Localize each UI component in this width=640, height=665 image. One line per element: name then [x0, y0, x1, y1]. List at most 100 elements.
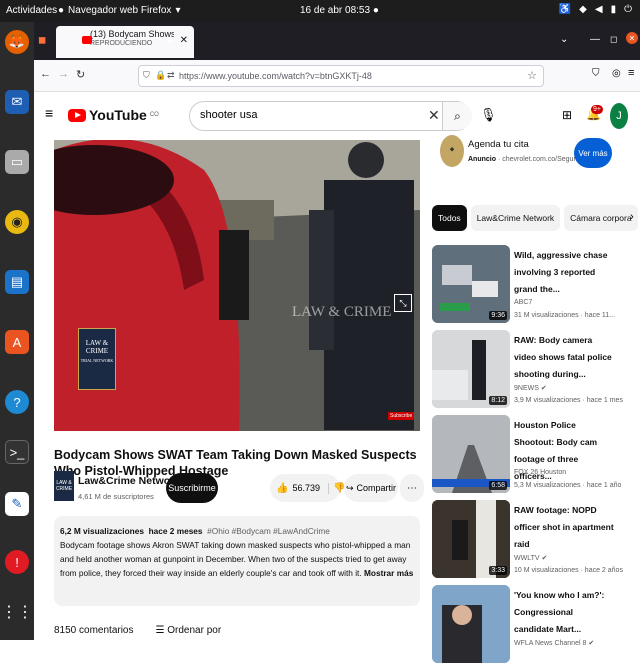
lock-icon: 🔒 — [155, 70, 167, 80]
rec-thumbnail[interactable]: 9:36 — [432, 245, 510, 323]
minimize-icon[interactable]: — — [590, 34, 600, 45]
menu-icon[interactable]: ≡ — [628, 67, 634, 79]
shield-icon: ⛉ — [143, 70, 150, 80]
avatar[interactable]: J — [610, 103, 628, 129]
video-player[interactable]: LAW & CRIME TRIAL NETWORK LAW & CRIME ⤡ … — [54, 140, 420, 431]
firefox-icon[interactable]: 🦊 — [5, 30, 29, 54]
hamburger-menu-icon[interactable]: ≡ — [45, 105, 53, 121]
recommendation-item[interactable]: 'You know who I am?': Congressional cand… — [432, 585, 638, 665]
rec-duration: 6:58 — [489, 481, 507, 490]
subscribe-watermark[interactable]: Subscribe — [388, 412, 415, 420]
share-button[interactable]: ↪ Compartir — [344, 474, 398, 502]
clock-text: 16 de abr 08:53 — [300, 5, 371, 16]
power-icon: ⏻ — [624, 4, 632, 15]
show-more-link[interactable]: Mostrar más — [364, 568, 413, 578]
pocket-icon[interactable]: ⛉ — [592, 68, 600, 79]
close-tab-icon[interactable]: ✕ — [180, 35, 188, 46]
account-icon[interactable]: ◎ — [612, 68, 621, 79]
sort-icon: ☰ — [155, 625, 165, 636]
thunderbird-icon[interactable]: ✉ — [5, 90, 29, 114]
hashtags[interactable]: #Ohio #Bodycam #LawAndCrime — [207, 526, 330, 536]
chip-bodycam[interactable]: Cámara corpora — [564, 205, 638, 231]
notification-dot-icon: ● — [372, 5, 379, 16]
url-bar[interactable]: ⛉ 🔒 ⇄ https://www.youtube.com/watch?v=bt… — [138, 65, 544, 87]
list-tabs-icon[interactable]: ⌄ — [560, 34, 568, 45]
app-menu[interactable]: ● Navegador web Firefox ▾ — [58, 5, 180, 16]
youtube-play-icon — [68, 108, 86, 122]
chips-next-icon[interactable]: › — [630, 211, 634, 223]
chip-all[interactable]: Todos — [432, 205, 467, 231]
more-icon: ⋯ — [407, 482, 417, 494]
files-icon[interactable]: ▭ — [5, 150, 29, 174]
notification-badge: 9+ — [591, 105, 603, 114]
microphone-icon[interactable]: 🎙 — [480, 107, 497, 123]
ad-label: Anuncio — [468, 156, 496, 163]
fullscreen-overlay-icon[interactable]: ⤡ — [394, 294, 412, 312]
search-button[interactable]: ⌕ — [442, 102, 472, 130]
recommendation-item[interactable]: 6:58 Houston Police Shootout: Body cam f… — [432, 415, 638, 495]
ad-title: Agenda tu cita — [468, 139, 529, 150]
firefox-view-icon[interactable]: ◼ — [38, 35, 46, 46]
bookmark-star-icon[interactable]: ☆ — [527, 69, 537, 82]
show-apps-icon[interactable]: ⋮⋮ — [1, 600, 33, 624]
subscribe-button[interactable]: Suscribirme — [166, 473, 218, 503]
rec-thumbnail[interactable]: 8:12 — [432, 330, 510, 408]
back-icon[interactable]: ← — [40, 68, 51, 80]
description-body: Bodycam footage shows Akron SWAT taking … — [60, 540, 411, 578]
rec-thumbnail[interactable]: 3:33 — [432, 500, 510, 578]
more-actions-button[interactable]: ⋯ — [400, 474, 424, 502]
clock[interactable]: 16 de abr 08:53 ● — [300, 5, 420, 16]
recommendation-item[interactable]: 9:36 Wild, aggressive chase involving 3 … — [432, 245, 638, 325]
close-window-icon[interactable]: ✕ — [626, 32, 638, 44]
filter-chips: Todos Law&Crime Network Cámara corpora — [432, 205, 640, 231]
overlay-logo-text: LAW & CRIME — [85, 339, 109, 355]
description-box[interactable]: 6,2 M visualizaciones hace 2 meses #Ohio… — [54, 516, 420, 606]
like-dislike-group: 👍 56.739 👎 — [270, 474, 345, 502]
search-input[interactable] — [200, 109, 420, 121]
rec-views: 3,9 M visualizaciones · hace 1 mes — [514, 397, 623, 404]
like-count[interactable]: 56.739 — [292, 483, 320, 493]
dock: 🦊 ✉ ▭ ◉ ▤ A ? >_ ✎ ! ⋮⋮ — [0, 22, 34, 640]
reload-icon[interactable]: ↻ — [76, 68, 85, 81]
rhythmbox-icon[interactable]: ◉ — [5, 210, 29, 234]
youtube-logo[interactable]: YouTube CO — [68, 107, 159, 123]
ad-card[interactable]: ⯁ Agenda tu cita Anuncio · chevrolet.com… — [432, 132, 632, 184]
chip-channel[interactable]: Law&Crime Network — [470, 205, 561, 231]
ad-cta-button[interactable]: Ver más — [574, 138, 612, 168]
new-tab-icon[interactable]: + — [166, 32, 174, 48]
rec-title: Wild, aggressive chase involving 3 repor… — [514, 250, 608, 294]
maximize-icon[interactable]: ◻ — [610, 34, 617, 45]
rec-channel-name: WWLTV — [514, 555, 540, 562]
sort-button[interactable]: ☰ Ordenar por — [156, 625, 222, 636]
share-icon: ↪ — [345, 482, 354, 493]
activities-button[interactable]: Actividades — [6, 5, 57, 16]
rec-thumbnail[interactable] — [432, 585, 510, 663]
rec-thumbnail[interactable]: 6:58 — [432, 415, 510, 493]
channel-avatar[interactable]: LAW & CRIME — [54, 471, 74, 501]
description-meta: 6,2 M visualizaciones hace 2 meses #Ohio… — [60, 524, 414, 538]
recommendation-item[interactable]: 3:33 RAW footage: NOPD officer shot in a… — [432, 500, 638, 580]
chevrolet-logo-icon: ⯁ — [440, 135, 464, 167]
search-icon: ⌕ — [454, 108, 461, 123]
system-tray[interactable]: ♿ ◆ ◀ ▮ ⏻ — [559, 4, 632, 15]
forward-icon[interactable]: → — [58, 68, 69, 80]
view-count: 6,2 M visualizaciones — [60, 526, 144, 536]
rec-channel: 9NEWS ✔ — [514, 384, 547, 392]
writer-icon[interactable]: ▤ — [5, 270, 29, 294]
text-editor-icon[interactable]: ✎ — [5, 492, 29, 516]
search-box[interactable]: ✕ ⌕ — [189, 101, 472, 131]
software-icon[interactable]: A — [5, 330, 29, 354]
dislike-icon[interactable]: 👎 — [327, 482, 345, 494]
accessibility-icon: ♿ — [558, 4, 572, 15]
recommendation-item[interactable]: 8:12 RAW: Body camera video shows fatal … — [432, 330, 638, 410]
like-icon[interactable]: 👍 — [276, 483, 288, 494]
sort-label: Ordenar por — [167, 625, 222, 636]
chevron-down-icon: ▾ — [175, 5, 181, 16]
terminal-icon[interactable]: >_ — [5, 440, 29, 464]
comment-count: 8150 comentarios — [54, 625, 134, 636]
youtube-page: ≡ YouTubeCO ✕ ⌕ 🎙 ⊞ 🔔 9+ J — [34, 93, 640, 663]
error-icon[interactable]: ! — [5, 550, 29, 574]
help-icon[interactable]: ? — [5, 390, 29, 414]
create-icon[interactable]: ⊞ — [562, 108, 572, 122]
clear-search-icon[interactable]: ✕ — [428, 107, 440, 124]
